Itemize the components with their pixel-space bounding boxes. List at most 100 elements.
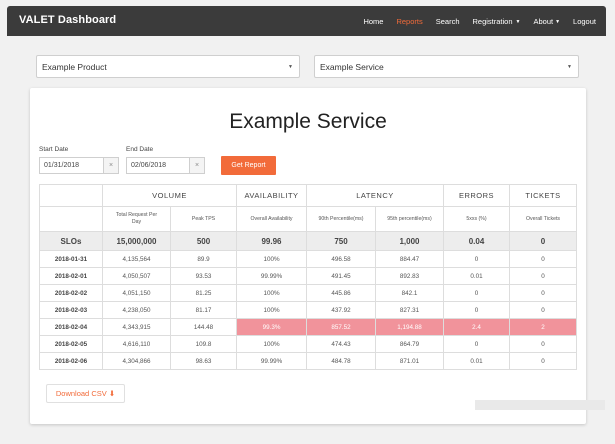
table-cell: 827.31 xyxy=(374,301,445,319)
table-cell: 0 xyxy=(443,301,511,319)
table-cell: 98.63 xyxy=(170,352,237,370)
row-date-cell: 2018-01-31 xyxy=(39,250,103,268)
table-cell: 857.52 xyxy=(306,318,376,336)
start-date-clear-button[interactable]: × xyxy=(103,157,119,174)
column-header: Overall Availability xyxy=(236,206,307,232)
table-cell: 0 xyxy=(509,301,578,319)
group-header-volume: VOLUME xyxy=(102,184,237,207)
group-header-errors: ERRORS xyxy=(443,184,511,207)
table-cell: 15,000,000 xyxy=(102,231,171,251)
table-cell: 871.01 xyxy=(374,352,445,370)
table-row: 2018-02-01 4,050,507 93.53 99.99% 491.45 892.… xyxy=(39,267,578,285)
product-select-value: Example Product xyxy=(42,62,107,72)
table-cell: 842.1 xyxy=(374,284,445,302)
table-row: 2018-02-05 4,616,110 109.8 100% 474.43 864.79… xyxy=(39,335,578,353)
table-cell: 474.43 xyxy=(306,335,376,353)
report-card: Example Service Start Date 01/31/2018 × … xyxy=(30,88,586,424)
table-cell: 0 xyxy=(509,250,578,268)
nav-reports[interactable]: Reports xyxy=(396,17,422,26)
chevron-down-icon: ▼ xyxy=(515,19,521,25)
page-title: Example Service xyxy=(229,110,387,133)
app-title[interactable]: VALET Dashboard xyxy=(19,14,116,26)
end-date-input[interactable]: 02/06/2018 xyxy=(126,157,190,174)
table-cell: 0.01 xyxy=(443,267,511,285)
table-cell: 4,304,866 xyxy=(102,352,171,370)
table-cell: 81.25 xyxy=(170,284,237,302)
service-select-value: Example Service xyxy=(320,62,384,72)
table-row: 2018-02-03 4,238,050 81.17 100% 437.92 827.31… xyxy=(39,301,578,319)
slo-row: SLOs 15,000,000 500 99.96 750 1,000 0.04… xyxy=(39,231,578,251)
table-cell: 2 xyxy=(509,318,578,336)
slo-report-table: VOLUME AVAILABILITY LATENCY ERRORS TICKE… xyxy=(39,184,578,370)
table-cell: 109.8 xyxy=(170,335,237,353)
table-cell: 496.58 xyxy=(306,250,376,268)
row-date-cell: 2018-02-04 xyxy=(39,318,103,336)
table-cell: 1,194.88 xyxy=(374,318,445,336)
nav-search[interactable]: Search xyxy=(436,17,460,26)
table-cell: 0 xyxy=(509,335,578,353)
table-cell: 884.47 xyxy=(374,250,445,268)
table-cell: 81.17 xyxy=(170,301,237,319)
close-icon: × xyxy=(194,162,200,169)
table-cell: 500 xyxy=(170,231,237,251)
table-corner-cell xyxy=(39,184,103,207)
table-cell: 100% xyxy=(236,301,307,319)
download-csv-button[interactable]: Download CSV ⬇ xyxy=(46,384,125,403)
table-cell: SLOs xyxy=(39,231,103,251)
table-cell: 0 xyxy=(443,250,511,268)
product-select[interactable]: Example Product ▼ xyxy=(36,55,300,78)
table-cell: 99.3% xyxy=(236,318,307,336)
table-cell: 4,238,050 xyxy=(102,301,171,319)
service-select[interactable]: Example Service ▼ xyxy=(314,55,579,78)
table-corner-cell xyxy=(39,206,103,232)
row-date-cell: 2018-02-01 xyxy=(39,267,103,285)
table-column-header-row: Total Request Per Day Peak TPS Overall A… xyxy=(39,206,578,232)
table-cell: 0 xyxy=(509,284,578,302)
table-group-header-row: VOLUME AVAILABILITY LATENCY ERRORS TICKE… xyxy=(39,184,578,207)
table-cell: 4,343,915 xyxy=(102,318,171,336)
navbar: VALET Dashboard Home Reports Search Regi… xyxy=(7,6,606,36)
column-header: 95th percentile(ms) xyxy=(374,206,445,232)
table-row: 2018-01-31 4,135,564 89.9 100% 496.58 884.47 0… xyxy=(39,250,578,268)
table-cell: 0 xyxy=(509,231,578,251)
table-cell: 484.78 xyxy=(306,352,376,370)
nav-home[interactable]: Home xyxy=(363,17,383,26)
table-cell: 4,135,564 xyxy=(102,250,171,268)
chevron-down-icon: ▼ xyxy=(555,19,561,25)
nav-registration[interactable]: Registration ▼ xyxy=(473,17,521,26)
nav-registration-label: Registration xyxy=(472,17,513,26)
table-cell: 0 xyxy=(443,284,511,302)
column-header: 90th Percentile(ms) xyxy=(306,206,376,232)
table-cell: 93.53 xyxy=(170,267,237,285)
table-cell: 750 xyxy=(306,231,376,251)
close-icon: × xyxy=(108,162,114,169)
nav-menu: Home Reports Search Registration ▼ About ▼… xyxy=(350,17,596,26)
column-header: 5xxs (%) xyxy=(443,206,511,232)
row-date-cell: 2018-02-05 xyxy=(39,335,103,353)
table-cell: 445.86 xyxy=(306,284,376,302)
table-cell: 0 xyxy=(443,335,511,353)
table-cell: 437.92 xyxy=(306,301,376,319)
end-date-clear-button[interactable]: × xyxy=(189,157,205,174)
chevron-down-icon: ▼ xyxy=(288,64,293,70)
end-date-label: End Date xyxy=(126,146,154,153)
nav-logout[interactable]: Logout xyxy=(573,17,596,26)
table-cell: 100% xyxy=(236,335,307,353)
table-cell: 89.9 xyxy=(170,250,237,268)
nav-about[interactable]: About ▼ xyxy=(533,17,560,26)
table-cell: 491.45 xyxy=(306,267,376,285)
table-cell: 0 xyxy=(509,267,578,285)
table-cell: 892.83 xyxy=(374,267,445,285)
get-report-button[interactable]: Get Report xyxy=(221,156,276,175)
start-date-input[interactable]: 01/31/2018 xyxy=(39,157,104,174)
group-header-latency: LATENCY xyxy=(305,184,445,207)
nav-about-label: About xyxy=(533,17,554,26)
column-header: Total Request Per Day xyxy=(102,206,171,232)
table-cell: 864.79 xyxy=(374,335,445,353)
table-cell: 4,616,110 xyxy=(102,335,171,353)
column-header: Peak TPS xyxy=(170,206,237,232)
row-date-cell: 2018-02-02 xyxy=(39,284,103,302)
table-row: 2018-02-02 4,051,150 81.25 100% 445.86 842.1 0… xyxy=(39,284,578,302)
table-cell: 100% xyxy=(236,250,307,268)
watermark xyxy=(475,400,605,410)
